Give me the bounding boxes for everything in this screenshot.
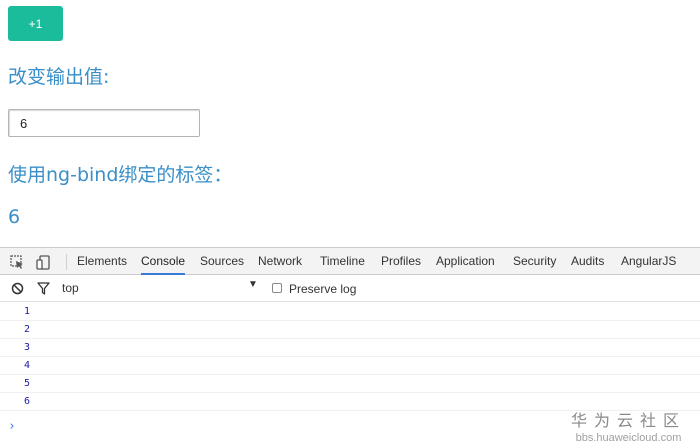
console-line: 3 — [0, 339, 700, 357]
tab-angularjs[interactable]: AngularJS — [621, 248, 676, 274]
console-output: 1 2 3 4 5 6 — [0, 303, 700, 411]
console-toolbar: top ▼ Preserve log — [0, 275, 700, 302]
tab-console[interactable]: Console — [141, 248, 186, 275]
context-selector[interactable]: top — [62, 281, 262, 297]
watermark: 华为云社区 bbs.huaweicloud.com — [571, 407, 686, 444]
watermark-title: 华为云社区 — [570, 411, 686, 430]
devtools-tab-bar: Elements Console Sources Network Timelin… — [0, 248, 700, 275]
dropdown-arrow-icon[interactable]: ▼ — [248, 279, 258, 290]
preserve-log-checkbox[interactable] — [272, 283, 282, 293]
console-line: 4 — [0, 357, 700, 375]
inspect-icon[interactable] — [9, 254, 25, 270]
ng-bind-label: 使用ng-bind绑定的标签： — [8, 164, 233, 186]
filter-icon[interactable] — [36, 281, 50, 295]
tab-application[interactable]: Application — [436, 248, 495, 274]
output-value-input[interactable] — [8, 109, 200, 137]
app-page: +1 改变输出值: 使用ng-bind绑定的标签： 6 — [0, 0, 700, 247]
tab-security[interactable]: Security — [513, 248, 556, 274]
preserve-log-label[interactable]: Preserve log — [289, 282, 356, 296]
console-line: 1 — [0, 303, 700, 321]
clear-console-icon[interactable] — [10, 281, 24, 295]
bound-output-value: 6 — [8, 206, 21, 228]
change-output-label: 改变输出值: — [8, 66, 110, 88]
device-icon[interactable] — [35, 254, 51, 270]
tab-timeline[interactable]: Timeline — [320, 248, 365, 274]
console-line: 2 — [0, 321, 700, 339]
tab-elements[interactable]: Elements — [77, 248, 127, 274]
tab-sources[interactable]: Sources — [200, 248, 244, 274]
console-prompt[interactable]: › — [8, 419, 16, 434]
toolbar-divider — [66, 254, 67, 270]
watermark-url: bbs.huaweicloud.com — [575, 432, 682, 444]
tab-audits[interactable]: Audits — [571, 248, 604, 274]
tab-network[interactable]: Network — [258, 248, 302, 274]
tab-profiles[interactable]: Profiles — [381, 248, 421, 274]
increment-button[interactable]: +1 — [8, 6, 63, 41]
console-line: 5 — [0, 375, 700, 393]
